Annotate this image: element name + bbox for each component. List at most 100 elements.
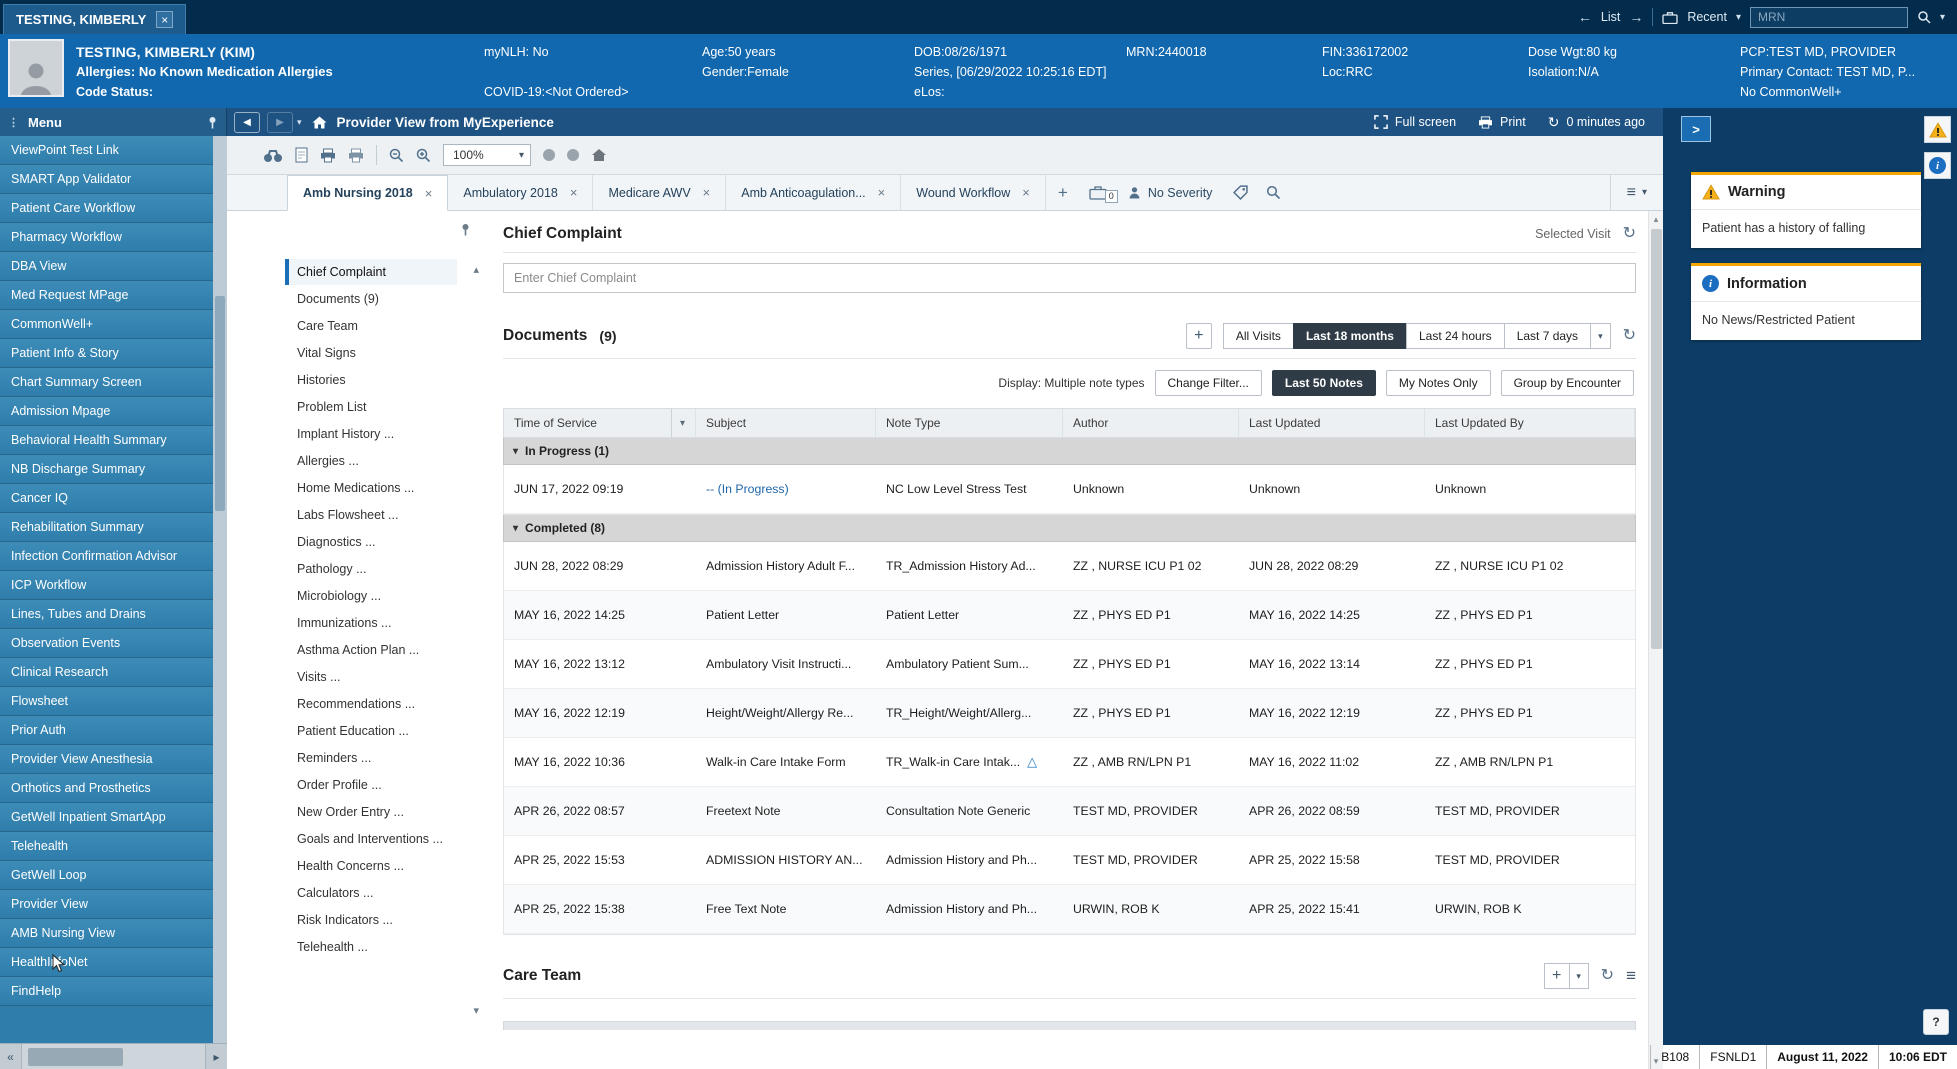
add-options-chevron-icon[interactable]: ▾ (1569, 963, 1589, 989)
document-icon[interactable] (295, 147, 308, 163)
section-menu-icon[interactable]: ≡ (1626, 966, 1636, 986)
sidebar-item[interactable]: CommonWell+ (0, 310, 213, 339)
component-nav-item[interactable]: Implant History ... (285, 421, 457, 447)
filter-more-chevron-icon[interactable]: ▾ (1590, 323, 1611, 349)
search-icon[interactable] (1917, 10, 1931, 24)
component-nav-item[interactable]: Recommendations ... (285, 691, 457, 717)
warning-toggle-button[interactable] (1924, 116, 1951, 143)
fullscreen-button[interactable]: Full screen (1374, 115, 1456, 129)
workflow-tab[interactable]: Wound Workflow × (901, 175, 1046, 210)
chevron-down-icon[interactable]: ▾ (1940, 12, 1945, 23)
refresh-button[interactable]: ↻ 0 minutes ago (1548, 115, 1645, 129)
cell-subject[interactable]: Patient Letter (706, 608, 779, 622)
severity-control[interactable]: No Severity (1116, 175, 1225, 210)
component-nav-item[interactable]: Labs Flowsheet ... (285, 502, 457, 528)
cell-subject[interactable]: Freetext Note (706, 804, 781, 818)
scroll-up-icon[interactable]: ▴ (1649, 211, 1663, 227)
component-nav-item[interactable]: Allergies ... (285, 448, 457, 474)
component-nav-item[interactable]: Pathology ... (285, 556, 457, 582)
menu-strip[interactable]: ⋮ Menu (0, 108, 227, 136)
sidebar-item[interactable]: SMART App Validator (0, 165, 213, 194)
component-nav-item[interactable]: Home Medications ... (285, 475, 457, 501)
component-nav-item[interactable]: Documents (9) (285, 286, 457, 312)
table-row[interactable]: MAY 16, 2022 12:19 Height/Weight/Allergy… (504, 689, 1635, 738)
table-row[interactable]: APR 25, 2022 15:53 ADMISSION HISTORY AN.… (504, 836, 1635, 885)
sidebar-item[interactable]: Lines, Tubes and Drains (0, 600, 213, 629)
scroll-down-icon[interactable]: ▾ (473, 1004, 479, 1017)
sidebar-item[interactable]: Behavioral Health Summary (0, 426, 213, 455)
component-nav-item[interactable]: New Order Entry ... (285, 799, 457, 825)
sidebar-item[interactable]: Admission Mpage (0, 397, 213, 426)
component-nav-item[interactable]: Goals and Interventions ... (285, 826, 457, 852)
sidebar-item[interactable]: NB Discharge Summary (0, 455, 213, 484)
sidebar-item[interactable]: GetWell Loop (0, 861, 213, 890)
pin-icon[interactable] (460, 223, 471, 236)
sidebar-vertical-scrollbar[interactable] (213, 136, 227, 1043)
component-nav-item[interactable]: Risk Indicators ... (285, 907, 457, 933)
sidebar-item[interactable]: Patient Info & Story (0, 339, 213, 368)
cell-subject[interactable]: ADMISSION HISTORY AN... (706, 853, 863, 867)
component-nav-item[interactable]: Health Concerns ... (285, 853, 457, 879)
table-row[interactable]: APR 25, 2022 15:38 Free Text Note Admiss… (504, 885, 1635, 934)
component-nav-item[interactable]: Telehealth ... (285, 934, 457, 960)
tag-icon[interactable] (1224, 175, 1257, 210)
workflow-tab[interactable]: Medicare AWV × (593, 175, 726, 210)
scrollbar-thumb[interactable] (1651, 229, 1662, 649)
close-icon[interactable]: × (703, 185, 711, 200)
forward-button[interactable]: ▶ (267, 112, 293, 133)
sidebar-item[interactable]: Pharmacy Workflow (0, 223, 213, 252)
history-chevron-icon[interactable]: ▾ (297, 117, 302, 128)
zoom-out-icon[interactable] (389, 148, 404, 163)
filter-button[interactable]: Last 24 hours (1406, 323, 1505, 349)
component-nav-item[interactable]: Reminders ... (285, 745, 457, 771)
filter-button[interactable]: Last 50 Notes (1272, 370, 1376, 396)
cell-subject[interactable]: Admission History Adult F... (706, 559, 855, 573)
table-row[interactable]: JUN 17, 2022 09:19 -- (In Progress) NC L… (504, 465, 1635, 514)
scrollbar-thumb[interactable] (215, 296, 225, 511)
scroll-right-icon[interactable]: ▸ (205, 1044, 227, 1069)
refresh-icon[interactable]: ↻ (1601, 968, 1614, 984)
scroll-left-icon[interactable]: « (0, 1044, 22, 1069)
cell-subject[interactable]: Free Text Note (706, 902, 786, 916)
back-button[interactable]: ◀ (234, 112, 260, 133)
add-document-button[interactable]: + (1186, 323, 1212, 349)
component-nav-item[interactable]: Calculators ... (285, 880, 457, 906)
cell-subject[interactable]: Height/Weight/Allergy Re... (706, 706, 853, 720)
workflow-tab[interactable]: Amb Nursing 2018 × (287, 175, 448, 211)
component-nav-item[interactable]: Visits ... (285, 664, 457, 690)
find-binoculars-icon[interactable] (263, 148, 283, 163)
filter-button[interactable]: Change Filter... (1155, 370, 1262, 396)
close-icon[interactable]: × (1022, 185, 1030, 200)
close-icon[interactable]: × (878, 185, 886, 200)
filter-button[interactable]: All Visits (1223, 323, 1294, 349)
component-nav-item[interactable]: Microbiology ... (285, 583, 457, 609)
pin-icon[interactable] (207, 116, 218, 129)
list-back-icon[interactable]: ← (1578, 9, 1592, 25)
component-nav-item[interactable]: Problem List (285, 394, 457, 420)
column-header[interactable]: Note Type ▾ (876, 409, 1063, 437)
column-header[interactable]: Time of Service ▾ (504, 409, 696, 437)
sidebar-item[interactable]: Observation Events (0, 629, 213, 658)
home-icon[interactable] (312, 116, 327, 129)
sidebar-item[interactable]: FindHelp (0, 977, 213, 1006)
sidebar-item[interactable]: ViewPoint Test Link (0, 136, 213, 165)
home-icon[interactable] (591, 148, 607, 162)
component-nav-item[interactable]: Patient Education ... (285, 718, 457, 744)
sidebar-item[interactable]: Med Request MPage (0, 281, 213, 310)
table-row[interactable]: JUN 28, 2022 08:29 Admission History Adu… (504, 542, 1635, 591)
sidebar-horizontal-scrollbar[interactable]: « ▸ (0, 1043, 227, 1069)
column-header[interactable]: Subject ▾ (696, 409, 876, 437)
sidebar-item[interactable]: Infection Confirmation Advisor (0, 542, 213, 571)
print-icon[interactable] (320, 148, 336, 163)
zoom-in-icon[interactable] (416, 148, 431, 163)
scroll-up-icon[interactable]: ▴ (473, 263, 479, 276)
table-row[interactable]: MAY 16, 2022 14:25 Patient Letter Patien… (504, 591, 1635, 640)
component-nav-item[interactable]: Chief Complaint (285, 259, 457, 285)
info-toggle-button[interactable]: i (1924, 152, 1951, 179)
component-nav-item[interactable]: Immunizations ... (285, 610, 457, 636)
main-vertical-scrollbar[interactable]: ▴ ▾ (1648, 211, 1663, 1069)
close-icon[interactable]: × (570, 185, 578, 200)
sidebar-item[interactable]: HealthInfoNet (0, 948, 213, 977)
add-care-team-button[interactable]: + (1544, 963, 1570, 989)
sidebar-item[interactable]: Clinical Research (0, 658, 213, 687)
